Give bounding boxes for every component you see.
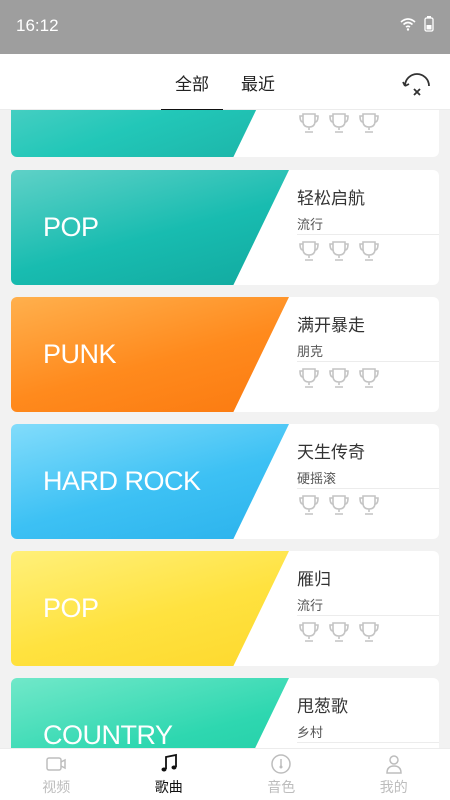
bottom-nav: 视频 歌曲 音色 我的 (0, 748, 450, 800)
divider (297, 234, 439, 235)
sync-icon[interactable] (400, 66, 434, 100)
nav-video-label: 视频 (42, 779, 71, 796)
status-icons (400, 16, 434, 32)
nav-songs-label: 歌曲 (154, 779, 183, 796)
trophy-row (297, 367, 381, 389)
trophy-icon (359, 495, 379, 515)
trophy-row (297, 621, 381, 643)
nav-me[interactable]: 我的 (338, 749, 450, 800)
song-card[interactable]: POP 轻松启航 流行 (11, 170, 439, 285)
nav-tone[interactable]: 音色 (225, 749, 338, 800)
song-card[interactable]: HARD ROCK 天生传奇 硬摇滚 (11, 424, 439, 539)
trophy-icon (359, 241, 379, 261)
nav-me-label: 我的 (379, 779, 408, 796)
trophy-icon (359, 368, 379, 388)
genre-label: PUNK (43, 339, 117, 369)
trophy-row (297, 112, 381, 134)
divider (297, 615, 439, 616)
genre-band (11, 110, 289, 157)
song-card[interactable] (11, 110, 439, 157)
trophy-icon (299, 622, 319, 642)
nav-tone-label: 音色 (267, 779, 296, 796)
song-category: 流行 (297, 599, 324, 614)
genre-label: POP (43, 593, 99, 623)
song-category: 流行 (297, 218, 324, 233)
person-icon (385, 754, 402, 774)
trophy-icon (359, 622, 379, 642)
song-category: 朋克 (297, 345, 324, 360)
tab-recent[interactable]: 最近 (241, 70, 275, 95)
tab-all[interactable]: 全部 (161, 70, 223, 111)
divider (297, 742, 439, 743)
song-category: 乡村 (297, 726, 324, 741)
wifi-icon (400, 18, 416, 31)
trophy-icon (299, 495, 319, 515)
song-list[interactable]: POP 轻松启航 流行 PUNK 满开暴走 朋克 HARD ROCK 天生传奇 … (0, 110, 450, 748)
song-title: 雁归 (297, 570, 331, 590)
song-category: 硬摇滚 (297, 472, 337, 487)
music-note-icon (161, 753, 177, 771)
trophy-icon (329, 495, 349, 515)
status-bar: 16:12 (0, 0, 450, 54)
status-time: 16:12 (16, 16, 59, 35)
trophy-row (297, 240, 381, 262)
nav-songs[interactable]: 歌曲 (113, 749, 226, 800)
trophy-icon (329, 113, 349, 133)
battery-icon (424, 16, 434, 32)
trophy-icon (299, 113, 319, 133)
genre-label: COUNTRY (43, 720, 173, 748)
genre-label: HARD ROCK (43, 466, 201, 496)
song-title: 天生传奇 (297, 443, 365, 463)
trophy-icon (329, 241, 349, 261)
trophy-icon (299, 241, 319, 261)
trophy-icon (359, 113, 379, 133)
video-icon (46, 756, 66, 771)
trophy-row (297, 494, 381, 516)
nav-video[interactable]: 视频 (0, 749, 113, 800)
song-card[interactable]: COUNTRY 甩葱歌 乡村 (11, 678, 439, 748)
top-nav: 全部 最近 (0, 54, 450, 111)
divider (297, 488, 439, 489)
divider (297, 361, 439, 362)
song-card[interactable]: PUNK 满开暴走 朋克 (11, 297, 439, 412)
trophy-icon (329, 368, 349, 388)
trophy-icon (299, 368, 319, 388)
song-title: 满开暴走 (297, 316, 365, 336)
song-title: 甩葱歌 (297, 697, 348, 717)
song-card[interactable]: POP 雁归 流行 (11, 551, 439, 666)
genre-label: POP (43, 212, 99, 242)
trophy-icon (329, 622, 349, 642)
song-title: 轻松启航 (297, 189, 365, 209)
tone-icon (271, 753, 291, 774)
